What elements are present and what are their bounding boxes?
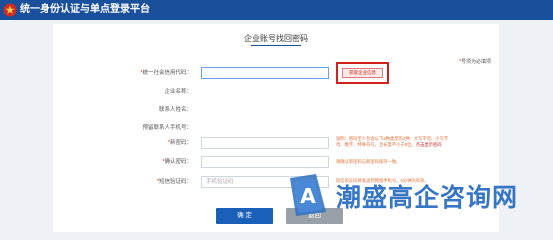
reserved-phone-label: 预留联系人手机号： bbox=[142, 125, 192, 131]
watermark-text: 潮盛高企咨询网 bbox=[336, 183, 519, 212]
password-hint: 说明：密码至少包含以下3种类型的2种：大写字母、小写字 母、数字、特殊符号，且长… bbox=[336, 136, 449, 147]
required-note: *号项为必填项 bbox=[459, 59, 491, 65]
app-title: 统一身份认证与单点登录平台 bbox=[20, 4, 150, 15]
watermark-logo-icon: A bbox=[290, 174, 326, 216]
confirm-button[interactable]: 确 定 bbox=[216, 208, 273, 224]
contact-name-label: 联系人姓名： bbox=[158, 107, 192, 113]
top-bar: 统一身份认证与单点登录平台 bbox=[0, 0, 553, 20]
page-title: 企业账号找回密码 bbox=[244, 34, 308, 43]
svg-text:A: A bbox=[300, 184, 316, 208]
emblem-icon bbox=[3, 3, 17, 17]
fetch-company-info-button[interactable]: 获取企业信息 bbox=[342, 68, 383, 78]
new-password-input[interactable] bbox=[201, 137, 329, 149]
confirm-password-input[interactable] bbox=[201, 156, 329, 168]
sms-code-label: *短信验证码： bbox=[156, 179, 192, 185]
confirm-password-hint: 请确认新密码与新密码保持一致。 bbox=[336, 159, 401, 164]
new-password-label: *新密码： bbox=[167, 140, 192, 146]
show-password-link[interactable]: 点击显示密码 bbox=[416, 142, 442, 147]
fetch-button-highlight: 获取企业信息 bbox=[336, 62, 389, 84]
company-name-label: 企业名称： bbox=[164, 89, 192, 95]
credit-code-label: *统一社会信用代码： bbox=[140, 70, 192, 76]
confirm-password-label: *确认密码： bbox=[162, 159, 192, 165]
credit-code-input[interactable] bbox=[201, 67, 329, 79]
title-underline bbox=[251, 45, 301, 46]
